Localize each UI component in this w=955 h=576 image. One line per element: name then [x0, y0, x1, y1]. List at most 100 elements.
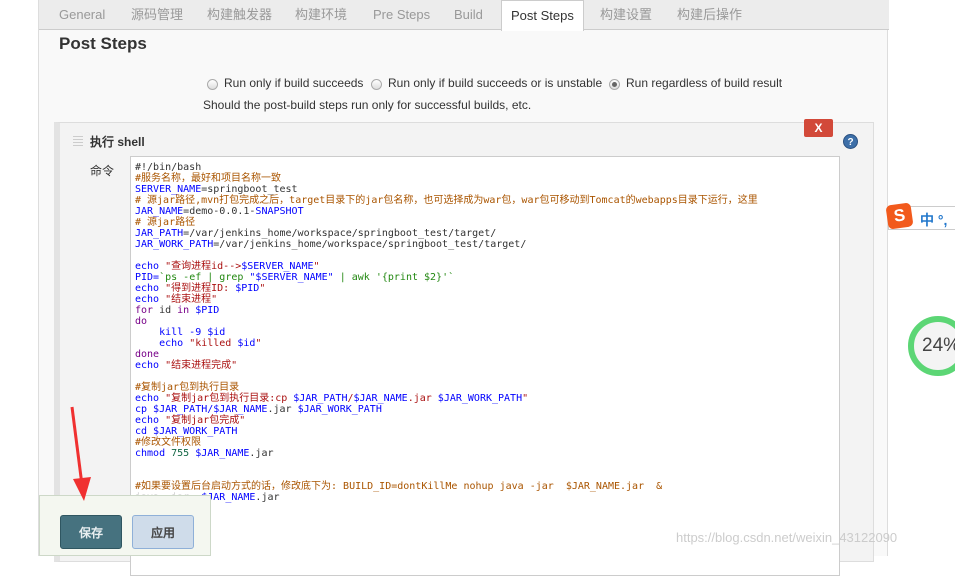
code-token: id — [159, 305, 178, 316]
command-editor[interactable]: #!/bin/bash #服务名称，最好和项目名称一致 SERVER_NAME=sp… — [130, 156, 840, 576]
code-token: JAR_WORK_PATH — [135, 239, 214, 250]
code-line: echo "复制jar包到执行目录:cp $JAR_PATH/$JAR_NAME… — [135, 393, 839, 404]
radio-regardless[interactable]: Run regardless of build result — [609, 76, 782, 90]
code-token: "查询进程id--> — [165, 261, 242, 272]
code-token: #复制jar包到执行目录 — [135, 382, 240, 393]
code-token: echo — [135, 294, 166, 305]
code-token: $PID — [235, 283, 260, 294]
code-line: echo "结束进程" — [135, 294, 839, 305]
hint-text: Should the post-build steps run only for… — [203, 98, 532, 112]
code-line: cd $JAR_WORK_PATH — [135, 426, 839, 437]
code-token: $JAR_PATH — [293, 393, 348, 404]
tab-7[interactable]: 构建设置 — [600, 0, 652, 30]
code-token: =/var/jenkins_home/workspace/springboot_… — [213, 239, 527, 250]
command-label: 命令 — [90, 164, 115, 178]
code-token: in — [177, 305, 196, 316]
ime-toolbar[interactable]: S 中 °, — [885, 202, 955, 230]
code-token: $id — [237, 338, 256, 349]
tab-8[interactable]: 构建后操作 — [677, 0, 742, 30]
code-token: "结束进程完成" — [165, 360, 238, 371]
code-line: for id in $PID — [135, 305, 839, 316]
progress-label: 24% — [922, 335, 955, 356]
code-line: #修改文件权限 — [135, 437, 839, 448]
code-line: echo "得到进程ID: $PID" — [135, 283, 839, 294]
code-token: "得到进程ID: — [165, 283, 236, 294]
code-token: " — [522, 393, 529, 404]
code-token: $SERVER_NAME — [241, 261, 314, 272]
code-token: .jar — [255, 492, 280, 503]
ime-mode: 中 °, — [920, 212, 948, 228]
code-line: #复制jar包到执行目录 — [135, 382, 839, 393]
code-token: "$SERVER_NAME" — [249, 272, 334, 283]
tab-4[interactable]: Pre Steps — [373, 0, 430, 30]
code-token: echo — [135, 415, 166, 426]
code-line: chmod 755 $JAR_NAME.jar — [135, 448, 839, 459]
code-token: #服务名称，最好和项目名称一致 — [135, 173, 282, 184]
tab-bar: General 源码管理 构建触发器 构建环境 Pre Steps Build Post S… — [39, 0, 889, 31]
help-icon[interactable]: ? — [843, 134, 858, 149]
tab-1[interactable]: 源码管理 — [131, 0, 183, 30]
radio-button[interactable] — [609, 79, 620, 90]
code-line: echo "复制jar包完成" — [135, 415, 839, 426]
code-token: | awk '{print $2}'` — [333, 272, 455, 283]
save-button[interactable]: 保存 — [60, 515, 122, 549]
code-token: echo — [135, 360, 166, 371]
code-line: kill -9 $id — [135, 327, 839, 338]
code-line: cp $JAR_PATH/$JAR_NAME.jar $JAR_WORK_PAT… — [135, 404, 839, 415]
code-token: # 源jar路径 — [135, 217, 196, 228]
radio-button[interactable] — [207, 79, 218, 90]
code-token: cd $JAR_WORK_PATH — [135, 426, 238, 437]
code-token: .jar — [407, 393, 438, 404]
section-title: Post Steps — [59, 34, 147, 53]
code-token: #修改文件权限 — [135, 437, 202, 448]
code-line: done — [135, 349, 839, 360]
code-line: java -jar $JAR_NAME.jar — [135, 492, 839, 503]
code-token: .jar — [249, 448, 274, 459]
code-line: PID=`ps -ef | grep "$SERVER_NAME" | awk … — [135, 272, 839, 283]
progress-widget[interactable]: 24% — [908, 316, 955, 376]
main-panel: General 源码管理 构建触发器 构建环境 Pre Steps Build Post S… — [38, 0, 889, 576]
code-token: kill -9 $id — [135, 327, 226, 338]
code-token: JAR_PATH — [135, 228, 184, 239]
code-token: =springboot_test — [201, 184, 298, 195]
delete-step-button[interactable]: X — [804, 119, 833, 137]
code-token: $JAR_NAME — [353, 393, 408, 404]
code-line: JAR_WORK_PATH=/var/jenkins_home/workspac… — [135, 239, 839, 250]
watermark: https://blog.csdn.net/weixin_43122090 — [676, 530, 898, 545]
code-token: chmod — [135, 448, 172, 459]
code-line: #!/bin/bash — [135, 162, 839, 173]
code-token: SERVER_NAME — [135, 184, 202, 195]
red-arrow-annotation — [70, 406, 91, 501]
tab-3[interactable]: 构建环境 — [295, 0, 347, 30]
code-token: echo — [135, 393, 166, 404]
code-token: $JAR_WORK_PATH — [437, 393, 523, 404]
code-token: $JAR_NAME — [195, 448, 250, 459]
code-token: done — [135, 349, 160, 360]
radio-button[interactable] — [371, 79, 382, 90]
code-line: # 源jar路径 — [135, 217, 839, 228]
radio-unstable[interactable]: Run only if build succeeds or is unstabl… — [371, 76, 602, 90]
code-token: #如果要设置后台启动方式的话，修改底下为: BUILD_ID=dontKillM… — [135, 481, 663, 492]
code-line: #如果要设置后台启动方式的话，修改底下为: BUILD_ID=dontKillM… — [135, 481, 839, 492]
code-token: # 源jar路径,mvn打包完成之后，target目录下的jar包名称，也可选择… — [135, 195, 758, 206]
apply-button[interactable]: 应用 — [132, 515, 194, 549]
tab-6[interactable]: Post Steps — [501, 0, 584, 31]
code-line: #服务名称，最好和项目名称一致 — [135, 173, 839, 184]
tab-0[interactable]: General — [59, 0, 105, 30]
code-token: =demo-0.0.1- — [183, 206, 256, 217]
code-token: echo — [135, 338, 190, 349]
code-token: "复制jar包完成" — [165, 415, 246, 426]
code-token: " — [255, 338, 262, 349]
radio-success[interactable]: Run only if build succeeds — [207, 76, 363, 90]
drag-handle-icon[interactable] — [73, 134, 83, 146]
code-token: #!/bin/bash — [135, 162, 202, 173]
code-token: $JAR_WORK_PATH — [297, 404, 382, 415]
code-line: JAR_NAME=demo-0.0.1-SNAPSHOT — [135, 206, 839, 217]
radio-label: Run only if build succeeds — [224, 76, 364, 90]
code-token: "结束进程" — [165, 294, 218, 305]
tab-5[interactable]: Build — [454, 0, 483, 30]
tab-2[interactable]: 构建触发器 — [207, 0, 272, 30]
